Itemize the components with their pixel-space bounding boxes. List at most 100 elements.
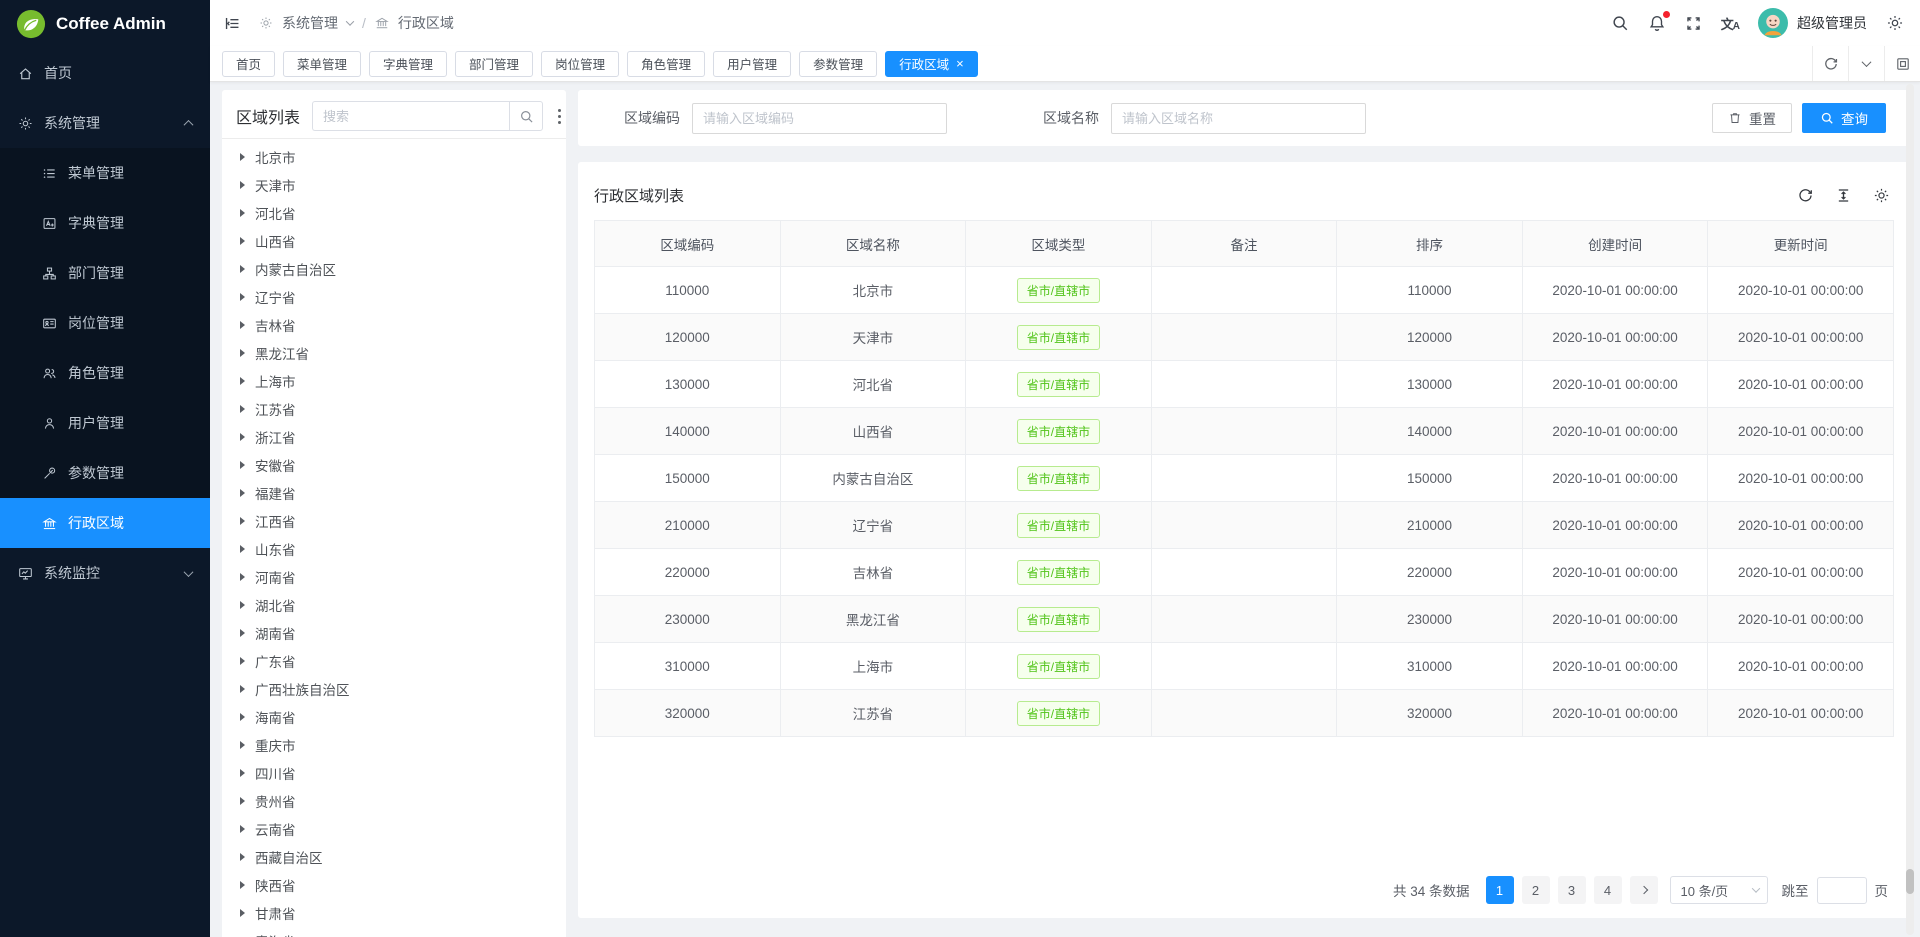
tree-item[interactable]: 青海省 bbox=[236, 927, 552, 937]
page-button-2[interactable]: 2 bbox=[1522, 876, 1550, 904]
tree-item[interactable]: 云南省 bbox=[236, 815, 552, 843]
tree-item[interactable]: 湖北省 bbox=[236, 591, 552, 619]
caret-right-icon[interactable] bbox=[240, 265, 245, 273]
tree-item[interactable]: 广东省 bbox=[236, 647, 552, 675]
caret-right-icon[interactable] bbox=[240, 909, 245, 917]
sidebar-item-role[interactable]: 角色管理 bbox=[0, 348, 210, 398]
jump-page-input[interactable] bbox=[1817, 877, 1867, 904]
tree-item[interactable]: 贵州省 bbox=[236, 787, 552, 815]
row-height-icon[interactable] bbox=[1835, 187, 1852, 204]
caret-right-icon[interactable] bbox=[240, 601, 245, 609]
tab-param[interactable]: 参数管理 bbox=[799, 51, 877, 77]
maximize-icon[interactable] bbox=[1884, 46, 1920, 81]
tree-item[interactable]: 辽宁省 bbox=[236, 283, 552, 311]
sidebar-item-dict[interactable]: 字典管理 bbox=[0, 198, 210, 248]
scrollbar-thumb[interactable] bbox=[1906, 869, 1914, 894]
tree-item[interactable]: 重庆市 bbox=[236, 731, 552, 759]
tree-item[interactable]: 黑龙江省 bbox=[236, 339, 552, 367]
tree-item[interactable]: 江苏省 bbox=[236, 395, 552, 423]
column-settings-icon[interactable] bbox=[1873, 187, 1890, 204]
notifications-button[interactable] bbox=[1648, 14, 1666, 32]
page-button-4[interactable]: 4 bbox=[1594, 876, 1622, 904]
reset-button[interactable]: 重置 bbox=[1712, 103, 1792, 133]
page-button-3[interactable]: 3 bbox=[1558, 876, 1586, 904]
caret-right-icon[interactable] bbox=[240, 573, 245, 581]
search-icon[interactable] bbox=[1611, 14, 1629, 32]
chevron-down-icon[interactable] bbox=[1848, 46, 1884, 81]
fullscreen-icon[interactable] bbox=[1685, 15, 1702, 32]
caret-right-icon[interactable] bbox=[240, 685, 245, 693]
tree-item[interactable]: 福建省 bbox=[236, 479, 552, 507]
caret-right-icon[interactable] bbox=[240, 741, 245, 749]
sidebar-item-menu[interactable]: 菜单管理 bbox=[0, 148, 210, 198]
tree-item[interactable]: 河北省 bbox=[236, 199, 552, 227]
tab-region[interactable]: 行政区域× bbox=[885, 51, 978, 77]
caret-right-icon[interactable] bbox=[240, 209, 245, 217]
caret-right-icon[interactable] bbox=[240, 853, 245, 861]
caret-right-icon[interactable] bbox=[240, 657, 245, 665]
caret-right-icon[interactable] bbox=[240, 769, 245, 777]
kebab-menu-icon[interactable] bbox=[555, 107, 564, 126]
refresh-icon[interactable] bbox=[1812, 46, 1848, 81]
sidebar-item-home[interactable]: 首页 bbox=[0, 48, 210, 98]
caret-right-icon[interactable] bbox=[240, 713, 245, 721]
tree-search-button[interactable] bbox=[509, 101, 543, 131]
sidebar-item-region[interactable]: 行政区域 bbox=[0, 498, 210, 548]
sidebar-item-user[interactable]: 用户管理 bbox=[0, 398, 210, 448]
region-code-input[interactable] bbox=[692, 103, 947, 134]
tab-menu[interactable]: 菜单管理 bbox=[283, 51, 361, 77]
caret-right-icon[interactable] bbox=[240, 545, 245, 553]
sidebar-item-post[interactable]: 岗位管理 bbox=[0, 298, 210, 348]
caret-right-icon[interactable] bbox=[240, 629, 245, 637]
tree-item[interactable]: 西藏自治区 bbox=[236, 843, 552, 871]
caret-right-icon[interactable] bbox=[240, 153, 245, 161]
caret-right-icon[interactable] bbox=[240, 405, 245, 413]
user-menu[interactable]: 超级管理员 bbox=[1758, 8, 1867, 38]
caret-right-icon[interactable] bbox=[240, 825, 245, 833]
caret-right-icon[interactable] bbox=[240, 349, 245, 357]
tree-item[interactable]: 江西省 bbox=[236, 507, 552, 535]
sidebar-item-system[interactable]: 系统管理 bbox=[0, 98, 210, 148]
sidebar-item-monitor[interactable]: 系统监控 bbox=[0, 548, 210, 598]
tree-item[interactable]: 天津市 bbox=[236, 171, 552, 199]
caret-right-icon[interactable] bbox=[240, 461, 245, 469]
breadcrumb-section[interactable]: 系统管理 bbox=[282, 13, 338, 33]
tree-item[interactable]: 甘肃省 bbox=[236, 899, 552, 927]
tree-item[interactable]: 内蒙古自治区 bbox=[236, 255, 552, 283]
caret-right-icon[interactable] bbox=[240, 517, 245, 525]
caret-right-icon[interactable] bbox=[240, 433, 245, 441]
tree-item[interactable]: 河南省 bbox=[236, 563, 552, 591]
tree-item[interactable]: 上海市 bbox=[236, 367, 552, 395]
translate-icon[interactable]: 文A bbox=[1721, 14, 1739, 33]
tree-item[interactable]: 浙江省 bbox=[236, 423, 552, 451]
caret-right-icon[interactable] bbox=[240, 797, 245, 805]
tab-post[interactable]: 岗位管理 bbox=[541, 51, 619, 77]
tree-item[interactable]: 四川省 bbox=[236, 759, 552, 787]
caret-right-icon[interactable] bbox=[240, 181, 245, 189]
tree-item[interactable]: 北京市 bbox=[236, 143, 552, 171]
tree-item[interactable]: 广西壮族自治区 bbox=[236, 675, 552, 703]
close-icon[interactable]: × bbox=[956, 57, 964, 70]
tree-item[interactable]: 湖南省 bbox=[236, 619, 552, 647]
tree-item[interactable]: 吉林省 bbox=[236, 311, 552, 339]
next-page-button[interactable] bbox=[1630, 876, 1658, 904]
caret-right-icon[interactable] bbox=[240, 377, 245, 385]
app-logo[interactable]: Coffee Admin bbox=[0, 0, 210, 48]
refresh-icon[interactable] bbox=[1797, 187, 1814, 204]
query-button[interactable]: 查询 bbox=[1802, 103, 1886, 133]
settings-gear-icon[interactable] bbox=[1886, 14, 1904, 32]
page-size-select[interactable]: 10 条/页 bbox=[1670, 876, 1768, 904]
page-button-1[interactable]: 1 bbox=[1486, 876, 1514, 904]
tree-search-input[interactable] bbox=[312, 101, 509, 131]
caret-right-icon[interactable] bbox=[240, 293, 245, 301]
region-name-input[interactable] bbox=[1111, 103, 1366, 134]
caret-right-icon[interactable] bbox=[240, 489, 245, 497]
tree-item[interactable]: 安徽省 bbox=[236, 451, 552, 479]
sidebar-item-param[interactable]: 参数管理 bbox=[0, 448, 210, 498]
caret-right-icon[interactable] bbox=[240, 237, 245, 245]
tree-item[interactable]: 山东省 bbox=[236, 535, 552, 563]
tab-user[interactable]: 用户管理 bbox=[713, 51, 791, 77]
tree-item[interactable]: 山西省 bbox=[236, 227, 552, 255]
tab-dict[interactable]: 字典管理 bbox=[369, 51, 447, 77]
tab-home[interactable]: 首页 bbox=[222, 51, 275, 77]
